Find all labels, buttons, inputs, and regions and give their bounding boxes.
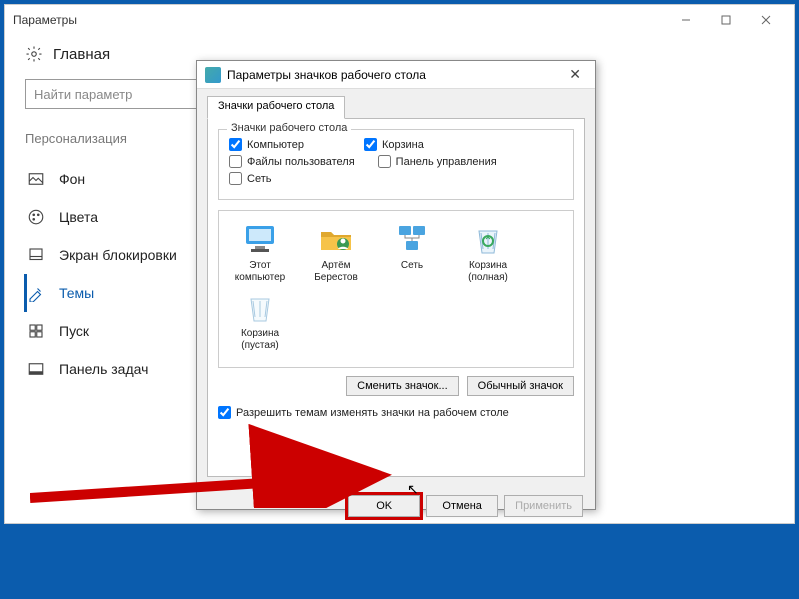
taskbar-icon <box>27 360 45 378</box>
icon-recycle-empty[interactable]: Корзина (пустая) <box>229 289 291 351</box>
picture-icon <box>27 170 45 188</box>
dialog-body: Значки рабочего стола Значки рабочего ст… <box>197 89 595 487</box>
settings-titlebar: Параметры <box>5 5 794 35</box>
apply-button[interactable]: Применить <box>504 495 583 517</box>
tab-content: Значки рабочего стола Компьютер Корзина … <box>207 119 585 477</box>
lockscreen-icon <box>27 246 45 264</box>
computer-icon <box>242 221 278 257</box>
check-controlpanel-box[interactable] <box>378 155 391 168</box>
themes-icon <box>27 284 45 302</box>
start-icon <box>27 322 45 340</box>
check-network[interactable]: Сеть <box>229 172 271 185</box>
icon-user-folder[interactable]: Артём Берестов <box>305 221 367 283</box>
window-controls <box>666 6 786 34</box>
close-button[interactable] <box>746 6 786 34</box>
gear-icon <box>25 45 43 63</box>
group-legend: Значки рабочего стола <box>227 122 351 134</box>
default-icon-button[interactable]: Обычный значок <box>467 376 574 396</box>
home-label: Главная <box>53 46 110 63</box>
settings-title: Параметры <box>13 13 77 27</box>
cursor-icon: ↖ <box>407 481 419 498</box>
search-placeholder: Найти параметр <box>34 87 132 102</box>
check-recyclebin[interactable]: Корзина <box>364 138 424 151</box>
user-folder-icon <box>318 221 354 257</box>
recycle-full-icon <box>470 221 506 257</box>
icon-recycle-full[interactable]: Корзина (полная) <box>457 221 519 283</box>
check-controlpanel[interactable]: Панель управления <box>378 155 497 168</box>
tab-desktop-icons[interactable]: Значки рабочего стола <box>207 96 345 119</box>
maximize-button[interactable] <box>706 6 746 34</box>
palette-icon <box>27 208 45 226</box>
ok-button[interactable]: OK <box>348 495 420 517</box>
dialog-button-row: OK Отмена Применить <box>197 487 595 525</box>
check-userfiles[interactable]: Файлы пользователя <box>229 155 355 168</box>
change-icon-button[interactable]: Сменить значок... <box>346 376 459 396</box>
check-allow-themes-box[interactable] <box>218 406 231 419</box>
nav-label: Пуск <box>59 323 89 339</box>
icon-this-pc[interactable]: Этот компьютер <box>229 221 291 283</box>
check-network-box[interactable] <box>229 172 242 185</box>
check-computer-box[interactable] <box>229 138 242 151</box>
minimize-button[interactable] <box>666 6 706 34</box>
check-userfiles-box[interactable] <box>229 155 242 168</box>
group-desktop-icons: Значки рабочего стола Компьютер Корзина … <box>218 129 574 200</box>
nav-label: Фон <box>59 171 85 187</box>
tab-strip: Значки рабочего стола <box>207 95 585 119</box>
icon-listbox[interactable]: Этот компьютер Артём Берестов Сеть Корзи… <box>218 210 574 368</box>
dialog-titlebar: Параметры значков рабочего стола ✕ <box>197 61 595 89</box>
icon-network[interactable]: Сеть <box>381 221 443 283</box>
check-computer[interactable]: Компьютер <box>229 138 304 151</box>
nav-label: Экран блокировки <box>59 247 177 263</box>
network-icon <box>394 221 430 257</box>
dialog-icon <box>205 67 221 83</box>
check-allow-themes[interactable]: Разрешить темам изменять значки на рабоч… <box>218 406 574 419</box>
dialog-title: Параметры значков рабочего стола <box>227 68 426 82</box>
desktop-icons-dialog: Параметры значков рабочего стола ✕ Значк… <box>196 60 596 510</box>
cancel-button[interactable]: Отмена <box>426 495 498 517</box>
dialog-close-button[interactable]: ✕ <box>563 66 587 83</box>
nav-label: Панель задач <box>59 361 148 377</box>
nav-label: Темы <box>59 285 94 301</box>
nav-label: Цвета <box>59 209 98 225</box>
recycle-empty-icon <box>242 289 278 325</box>
check-recyclebin-box[interactable] <box>364 138 377 151</box>
search-input[interactable]: Найти параметр <box>25 79 203 109</box>
